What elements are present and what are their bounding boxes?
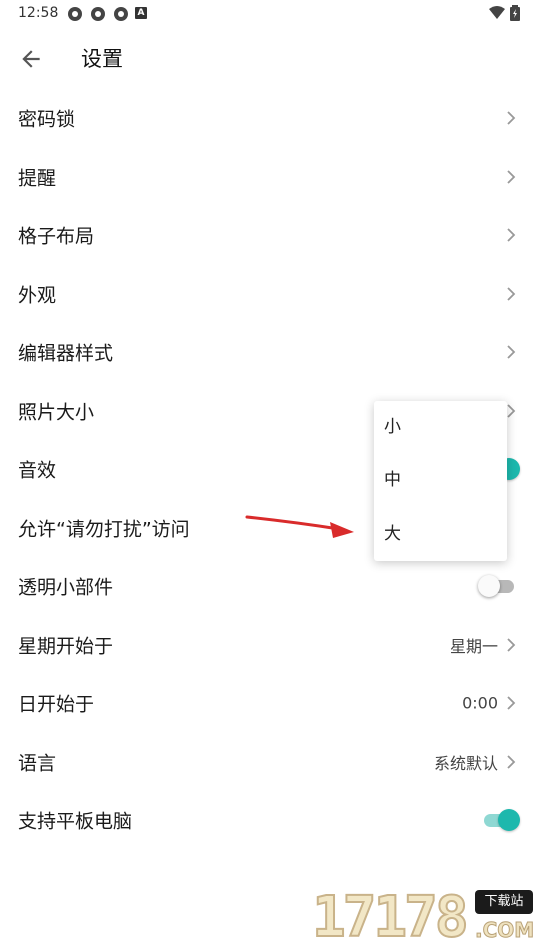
setting-label: 语言: [18, 752, 57, 775]
chevron-right-icon: [507, 345, 516, 359]
setting-label: 日开始于: [18, 693, 95, 716]
status-notification-icons: A: [66, 5, 147, 22]
chevron-right-icon: [507, 287, 516, 301]
photo-size-popup-menu: 小 中 大: [374, 401, 507, 561]
menu-item-small[interactable]: 小: [374, 401, 507, 454]
setting-day-start[interactable]: 日开始于 0:00: [0, 674, 534, 733]
watermark-domain: .COM: [475, 918, 534, 943]
chevron-right-icon: [507, 638, 516, 652]
setting-value: 星期一: [449, 636, 498, 656]
setting-transparent-widget[interactable]: 透明小部件: [0, 557, 534, 616]
setting-value: 0:00: [462, 693, 498, 713]
keyboard-notification-icon: A: [135, 7, 147, 19]
watermark-logo: 17178 下载站 .COM: [308, 884, 534, 950]
battery-icon: [510, 5, 520, 21]
toggle-thumb: [478, 575, 500, 598]
setting-value: 系统默认: [433, 753, 498, 773]
setting-label: 透明小部件: [18, 576, 114, 599]
page-title: 设置: [81, 47, 123, 71]
setting-reminder[interactable]: 提醒: [0, 148, 534, 207]
setting-label: 格子布局: [18, 225, 95, 248]
tablet-support-toggle[interactable]: [476, 808, 520, 832]
setting-label: 支持平板电脑: [18, 810, 133, 833]
setting-label: 音效: [18, 459, 57, 482]
setting-editor-style[interactable]: 编辑器样式: [0, 323, 534, 382]
app-notification-icon: [112, 5, 129, 22]
chevron-right-icon: [507, 170, 516, 184]
chevron-right-icon: [507, 228, 516, 242]
watermark-badge: 下载站: [475, 890, 533, 914]
menu-item-large[interactable]: 大: [374, 508, 507, 561]
setting-label: 提醒: [18, 167, 57, 190]
setting-label: 星期开始于: [18, 635, 114, 658]
setting-language[interactable]: 语言 系统默认: [0, 733, 534, 792]
setting-label: 外观: [18, 284, 57, 307]
status-system-icons: [488, 5, 520, 21]
chevron-right-icon: [507, 111, 516, 125]
setting-appearance[interactable]: 外观: [0, 265, 534, 324]
wifi-icon: [489, 6, 505, 19]
watermark-numbers: 17178: [311, 885, 470, 950]
setting-week-start[interactable]: 星期开始于 星期一: [0, 616, 534, 675]
status-bar: 12:58 A: [0, 0, 534, 28]
toggle-thumb: [498, 809, 520, 832]
transparent-widget-toggle[interactable]: [476, 574, 520, 598]
chevron-right-icon: [507, 755, 516, 769]
setting-label: 密码锁: [18, 108, 76, 131]
red-annotation-arrow: [245, 515, 354, 538]
status-time: 12:58: [18, 5, 59, 21]
setting-password-lock[interactable]: 密码锁: [0, 89, 534, 148]
app-bar: 设置: [0, 28, 534, 88]
setting-label: 允许“请勿打扰”访问: [18, 518, 190, 541]
app-notification-icon: [66, 5, 83, 22]
chevron-right-icon: [507, 696, 516, 710]
app-notification-icon: [89, 5, 106, 22]
back-arrow-icon[interactable]: [18, 46, 44, 72]
menu-item-medium[interactable]: 中: [374, 454, 507, 507]
setting-tablet-support[interactable]: 支持平板电脑: [0, 791, 534, 850]
setting-label: 编辑器样式: [18, 342, 114, 365]
setting-grid-layout[interactable]: 格子布局: [0, 206, 534, 265]
setting-label: 照片大小: [18, 401, 95, 424]
